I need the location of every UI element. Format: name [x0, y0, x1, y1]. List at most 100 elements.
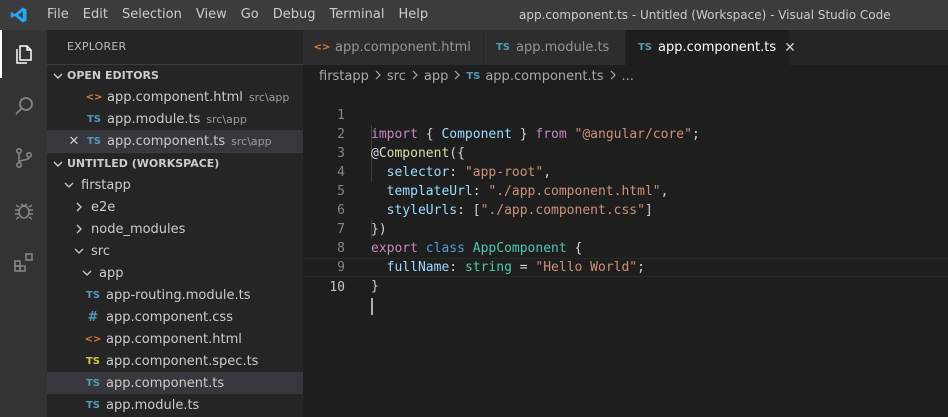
chevron-right-icon	[411, 69, 419, 84]
tree-item-label: app.component.css	[106, 309, 233, 325]
menu-edit[interactable]: Edit	[76, 0, 115, 30]
tree-item-label: app	[99, 265, 124, 281]
explorer-icon[interactable]	[0, 30, 47, 78]
menu-terminal[interactable]: Terminal	[323, 0, 392, 30]
chevron-down-icon	[73, 246, 85, 256]
tree-item-label: src	[91, 243, 110, 259]
ts-file-icon: TS	[637, 42, 653, 53]
tab-label: app.component.html	[335, 40, 471, 55]
close-icon[interactable]: ✕	[784, 40, 796, 56]
tab-label: app.module.ts	[516, 40, 610, 55]
title-bar: File Edit Selection View Go Debug Termin…	[0, 0, 948, 30]
open-editor-item[interactable]: TS app.module.ts src\app	[47, 108, 303, 130]
css-file-icon: #	[87, 309, 99, 325]
open-editors-label: OPEN EDITORS	[67, 68, 159, 82]
workspace-header[interactable]: UNTITLED (WORKSPACE)	[47, 152, 303, 174]
menu-selection[interactable]: Selection	[115, 0, 189, 30]
chevron-down-icon	[81, 268, 93, 278]
code-line-current: 10	[303, 258, 948, 315]
explorer-sidebar: EXPLORER OPEN EDITORS <> app.component.h…	[47, 30, 303, 417]
extensions-icon[interactable]	[0, 238, 47, 286]
menu-file[interactable]: File	[40, 0, 76, 30]
html-file-icon: <>	[85, 91, 103, 103]
ts-file-icon: TS	[85, 399, 101, 411]
code-line: 9 }	[303, 239, 948, 294]
tree-item-label: app.component.html	[106, 331, 242, 347]
chevron-right-icon	[609, 69, 617, 84]
tree-item-label: app.module.ts	[106, 397, 200, 413]
menu-go[interactable]: Go	[234, 0, 266, 30]
ts-file-icon: TS	[466, 70, 481, 82]
code-line: 4 templateUrl: "./app.component.html",	[303, 144, 948, 199]
code-line: 5 styleUrls: ["./app.component.css"]	[303, 163, 948, 218]
tree-item-label: app.component.spec.ts	[106, 353, 259, 369]
tree-folder-e2e[interactable]: e2e	[47, 196, 303, 218]
ts-spec-file-icon: TS	[85, 355, 101, 367]
chevron-right-icon	[374, 69, 382, 84]
breadcrumb-more[interactable]: ...	[622, 69, 634, 84]
breadcrumb-item[interactable]: app	[424, 69, 448, 84]
workspace-label: UNTITLED (WORKSPACE)	[67, 156, 220, 170]
chevron-down-icon	[63, 180, 75, 190]
ts-file-icon: TS	[85, 289, 101, 301]
open-editor-path: src\app	[231, 134, 272, 148]
code-line: 1 import { Component } from "@angular/co…	[303, 87, 948, 142]
line-number: 10	[329, 280, 345, 295]
code-line: 3 selector: "app-root",	[303, 125, 948, 180]
tab-label: app.component.ts	[658, 40, 777, 55]
menu-bar: File Edit Selection View Go Debug Termin…	[40, 0, 435, 30]
search-icon[interactable]	[0, 82, 47, 130]
chevron-right-icon	[73, 224, 85, 234]
open-editor-path: src\app	[248, 90, 290, 104]
tab-app-component-html[interactable]: <> app.component.html	[303, 30, 484, 65]
open-editor-name: app.component.ts	[107, 133, 226, 149]
chevron-right-icon	[453, 69, 461, 84]
code-editor[interactable]: 1 import { Component } from "@angular/co…	[303, 87, 948, 417]
html-file-icon: <>	[313, 42, 331, 53]
source-control-icon[interactable]	[0, 134, 47, 182]
code-line: 7 export class AppComponent {	[303, 201, 948, 256]
code-line: 2 @Component({	[303, 106, 948, 161]
breadcrumb: firstapp src app TS app.component.ts ...	[303, 65, 948, 87]
vscode-logo-icon	[4, 0, 34, 30]
tree-file-active[interactable]: TS app.component.ts	[47, 372, 303, 394]
breadcrumb-file[interactable]: app.component.ts	[485, 69, 603, 84]
menu-debug[interactable]: Debug	[266, 0, 323, 30]
tree-folder-firstapp[interactable]: firstapp	[47, 174, 303, 196]
close-icon[interactable]: ✕	[67, 134, 81, 149]
tree-item-label: firstapp	[81, 177, 131, 193]
tree-folder-node-modules[interactable]: node_modules	[47, 218, 303, 240]
ts-file-icon: TS	[85, 377, 101, 389]
tree-folder-app[interactable]: app	[47, 262, 303, 284]
debug-icon[interactable]	[0, 186, 47, 234]
open-editors-header[interactable]: OPEN EDITORS	[47, 64, 303, 86]
tree-item-label: app.component.ts	[106, 375, 225, 391]
ts-file-icon: TS	[495, 42, 511, 53]
ts-file-icon: TS	[86, 135, 102, 147]
tree-item-label: node_modules	[91, 221, 186, 237]
open-editor-item-active[interactable]: ✕ TS app.component.ts src\app	[47, 130, 303, 152]
window-title: app.component.ts - Untitled (Workspace) …	[519, 8, 891, 22]
tree-file[interactable]: # app.component.css	[47, 306, 303, 328]
tab-app-module-ts[interactable]: TS app.module.ts	[484, 30, 626, 65]
tree-file[interactable]: TS app-routing.module.ts	[47, 284, 303, 306]
code-line: 8 fullName: string = "Hello World";	[303, 220, 948, 275]
text-cursor	[371, 298, 373, 315]
breadcrumb-item[interactable]: src	[387, 69, 406, 84]
tree-file[interactable]: <> app.component.html	[47, 328, 303, 350]
tree-file[interactable]: TS app.module.ts	[47, 394, 303, 416]
activity-bar	[0, 30, 47, 417]
tree-folder-src[interactable]: src	[47, 240, 303, 262]
menu-view[interactable]: View	[189, 0, 234, 30]
open-editor-name: app.component.html	[107, 89, 243, 105]
tab-app-component-ts[interactable]: TS app.component.ts ✕	[626, 30, 796, 65]
breadcrumb-item[interactable]: firstapp	[319, 69, 369, 84]
open-editor-path: src\app	[206, 112, 247, 126]
ts-file-icon: TS	[86, 113, 102, 125]
chevron-down-icon	[53, 71, 65, 81]
menu-help[interactable]: Help	[391, 0, 435, 30]
tree-item-label: app-routing.module.ts	[106, 287, 251, 303]
tree-file[interactable]: TS app.component.spec.ts	[47, 350, 303, 372]
open-editor-item[interactable]: <> app.component.html src\app	[47, 86, 303, 108]
editor-tabs: <> app.component.html TS app.module.ts T…	[303, 30, 948, 65]
